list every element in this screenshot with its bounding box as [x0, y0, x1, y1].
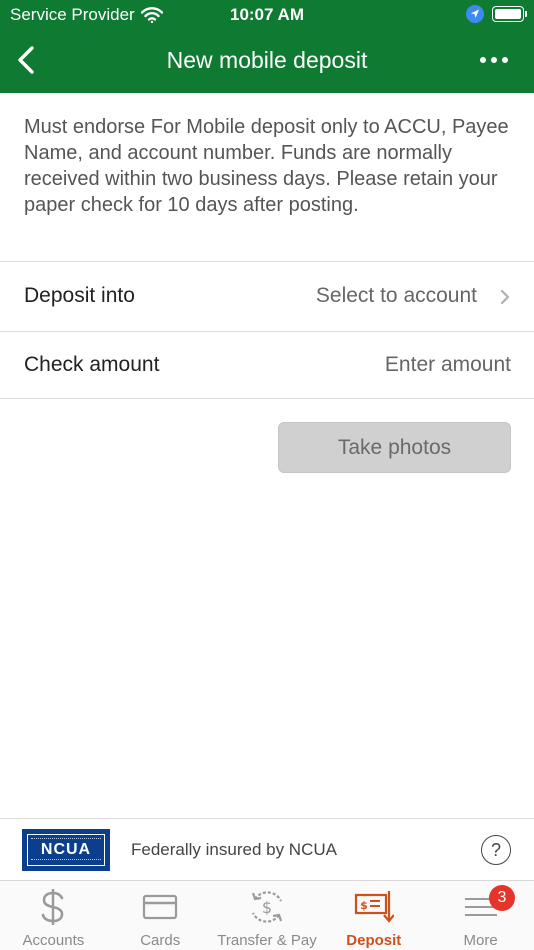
- ellipsis-icon: [480, 57, 508, 63]
- tab-label: Deposit: [346, 932, 402, 949]
- ncua-logo: NCUA: [22, 829, 110, 871]
- divider: [0, 398, 534, 399]
- transfer-icon: $: [251, 891, 283, 923]
- deposit-check-icon: $: [354, 891, 394, 923]
- take-photos-button[interactable]: Take photos: [278, 422, 511, 473]
- check-amount-row[interactable]: Check amount Enter amount: [0, 331, 534, 398]
- tab-cards[interactable]: Cards: [107, 881, 214, 950]
- tab-label: More: [463, 932, 498, 949]
- deposit-into-label: Deposit into: [24, 284, 135, 307]
- tab-label: Accounts: [22, 932, 85, 949]
- chevron-left-icon: [18, 46, 34, 74]
- battery-icon: [492, 6, 527, 22]
- tab-deposit[interactable]: $ Deposit: [320, 881, 427, 950]
- location-icon: [466, 5, 484, 23]
- svg-text:$: $: [360, 899, 368, 912]
- tab-accounts[interactable]: Accounts: [0, 881, 107, 950]
- ncua-footer: NCUA Federally insured by NCUA ?: [0, 818, 534, 880]
- tab-transfer-pay[interactable]: $ Transfer & Pay: [214, 881, 321, 950]
- tab-bar: Accounts Cards $ Transfer & Pay $ Deposi…: [0, 880, 534, 950]
- card-icon: [143, 894, 178, 920]
- help-icon[interactable]: ?: [481, 835, 511, 865]
- tab-label: Transfer & Pay: [217, 932, 317, 949]
- tab-more[interactable]: More: [427, 881, 534, 950]
- svg-text:$: $: [262, 898, 272, 917]
- ncua-logo-text: NCUA: [40, 841, 92, 858]
- deposit-instructions: Must endorse For Mobile deposit only to …: [24, 116, 509, 216]
- dollar-icon: [42, 889, 64, 925]
- more-options-button[interactable]: [474, 44, 514, 76]
- tab-label: Cards: [140, 932, 181, 949]
- status-time: 10:07 AM: [229, 5, 304, 24]
- status-bar: Service Provider 10:07 AM: [0, 0, 534, 30]
- header: Service Provider 10:07 AM New mobile dep…: [0, 0, 534, 93]
- status-right: [466, 5, 527, 23]
- chevron-right-icon: [500, 289, 510, 305]
- deposit-into-row[interactable]: Deposit into Select to account: [0, 261, 534, 331]
- back-button[interactable]: [8, 40, 44, 80]
- nav-bar: New mobile deposit: [0, 30, 534, 93]
- ncua-label: Federally insured by NCUA: [131, 840, 337, 859]
- more-badge: 3: [489, 885, 515, 911]
- deposit-into-value: Select to account: [315, 284, 477, 307]
- check-amount-label: Check amount: [24, 352, 160, 376]
- check-amount-input[interactable]: Enter amount: [385, 353, 511, 377]
- page-title: New mobile deposit: [166, 47, 368, 73]
